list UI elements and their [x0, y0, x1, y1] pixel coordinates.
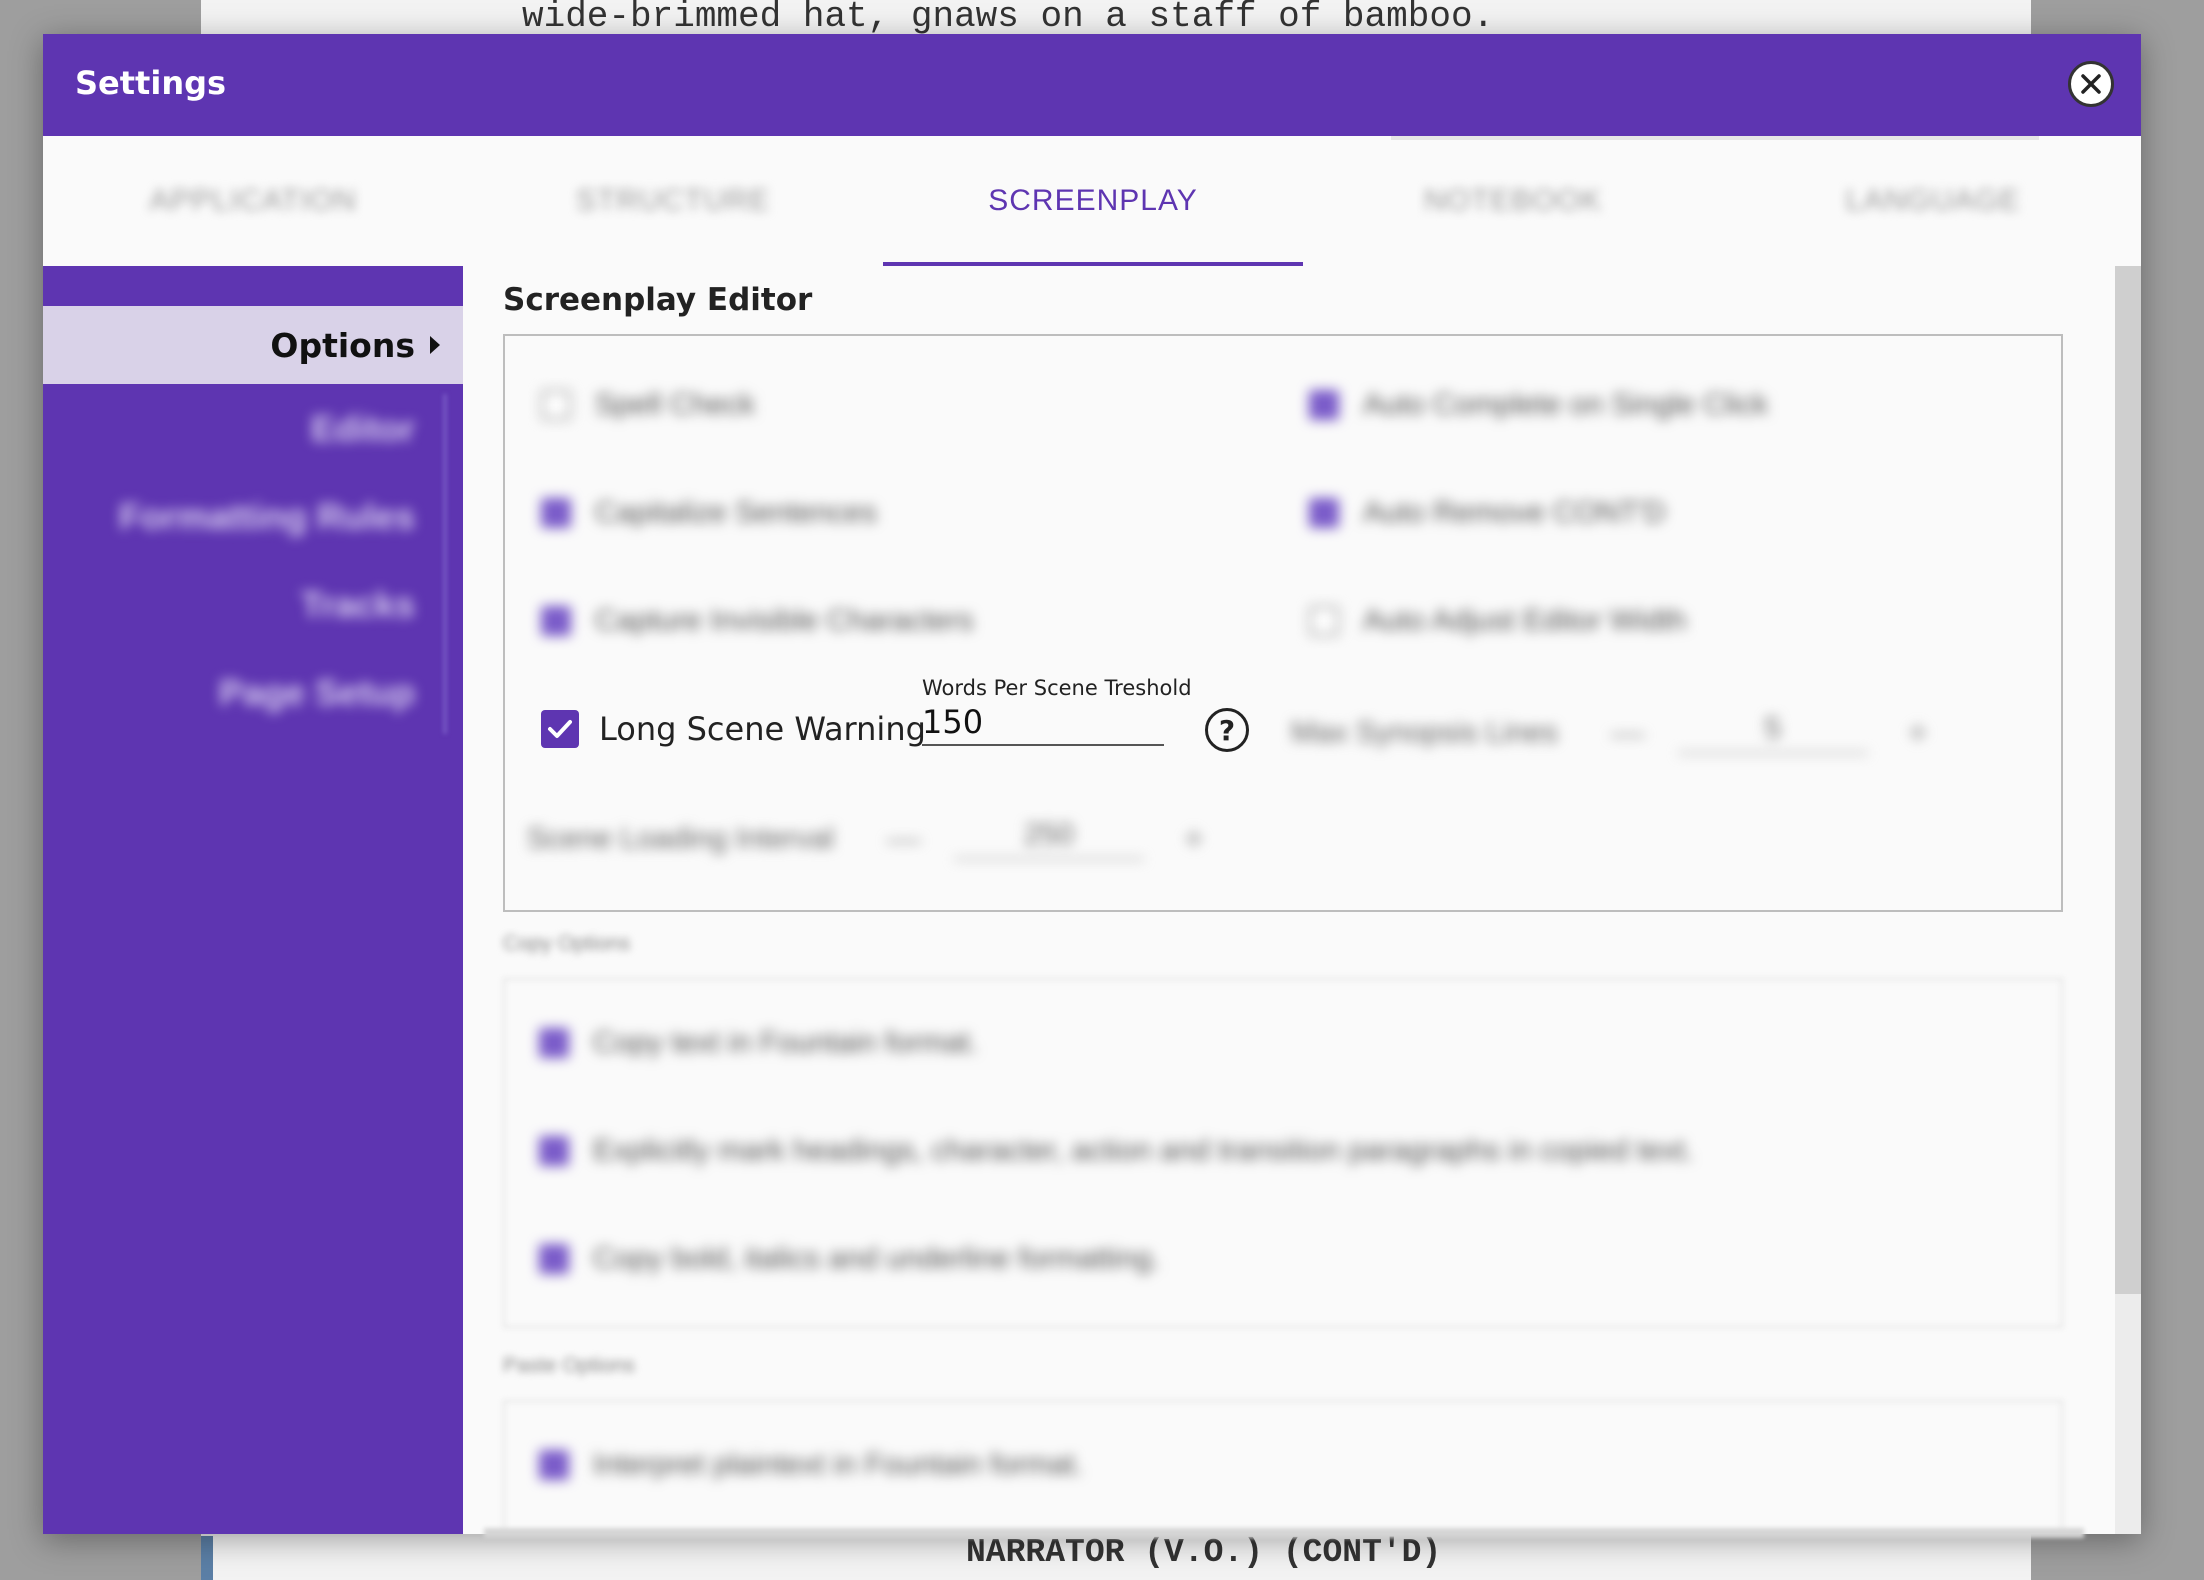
option-auto-adjust-width[interactable]: Auto Adjust Editor Width [1309, 604, 1687, 638]
screenplay-text-line: wide-brimmed hat, gnaws on a staff of ba… [522, 0, 1495, 37]
scene-loading-interval-spinner: Scene Loading Interval — 250 + [527, 818, 1214, 860]
tab-notebook[interactable]: NOTEBOOK [1303, 136, 1723, 266]
checkbox[interactable] [1309, 606, 1339, 636]
settings-dialog: Settings APPLICATION STRUCTURE SCREENPLA… [43, 34, 2141, 1534]
option-spell-check[interactable]: Spell Check [541, 388, 755, 422]
settings-content: Screenplay Editor Spell Check Auto Compl… [463, 266, 2141, 1534]
screenplay-character-line: NARRATOR (V.O.) (CONT'D) [966, 1534, 1442, 1571]
option-capture-invisible[interactable]: Capture Invisible Characters [541, 604, 974, 638]
dialog-titlebar: Settings [43, 34, 2141, 136]
option-mark-paragraphs[interactable]: Explicitly mark headings, character, act… [539, 1134, 1694, 1168]
section-title: Screenplay Editor [503, 282, 813, 318]
dialog-title: Settings [75, 64, 227, 102]
decrement-button[interactable]: — [884, 820, 924, 859]
increment-button[interactable]: + [1174, 820, 1214, 859]
checkbox-checked[interactable] [541, 710, 579, 748]
tab-screenplay[interactable]: SCREENPLAY [883, 136, 1303, 266]
sidebar-item-label: Options [270, 325, 415, 365]
content-bottom-edge [484, 1528, 2084, 1538]
long-scene-warning-label: Long Scene Warning [599, 710, 926, 748]
tab-divider [1391, 136, 2039, 140]
option-auto-complete[interactable]: Auto Complete on Single Click [1309, 388, 1768, 422]
screenplay-editor-group: Spell Check Auto Complete on Single Clic… [503, 334, 2063, 912]
settings-sidebar: Options Editor Formatting Rules Tracks P… [43, 266, 463, 1534]
sidebar-item-options[interactable]: Options [43, 306, 463, 384]
paste-options-title: Paste Options [503, 1354, 635, 1377]
tab-structure[interactable]: STRUCTURE [463, 136, 883, 266]
option-long-scene-warning[interactable]: Long Scene Warning [541, 710, 926, 748]
words-per-scene-input[interactable] [922, 700, 1164, 746]
caret-right-icon [430, 336, 440, 354]
sidebar-item-editor[interactable]: Editor [311, 408, 415, 450]
max-synopsis-lines-spinner: Max Synopsis Lines — 5 + [1291, 712, 1938, 754]
settings-tabs: APPLICATION STRUCTURE SCREENPLAY NOTEBOO… [43, 136, 2141, 266]
sidebar-item-formatting-rules[interactable]: Formatting Rules [119, 496, 415, 538]
option-interpret-fountain[interactable]: Interpret plaintext in Fountain format. [539, 1448, 1083, 1482]
checkbox[interactable] [539, 1244, 569, 1274]
tab-language[interactable]: LANGUAGE [1723, 136, 2143, 266]
option-capitalize-sentences[interactable]: Capitalize Sentences [541, 496, 877, 530]
sidebar-item-page-setup[interactable]: Page Setup [219, 672, 415, 714]
scrollbar-thumb[interactable] [2115, 266, 2141, 1294]
copy-options-title: Copy Options [503, 932, 631, 955]
max-synopsis-value[interactable]: 5 [1677, 712, 1868, 754]
checkbox[interactable] [539, 1028, 569, 1058]
checkbox[interactable] [541, 606, 571, 636]
close-icon [2081, 74, 2101, 94]
checkmark-icon [548, 720, 572, 738]
close-button[interactable] [2068, 61, 2114, 107]
checkbox[interactable] [1309, 390, 1339, 420]
checkbox[interactable] [539, 1136, 569, 1166]
scene-loading-value[interactable]: 250 [953, 818, 1144, 860]
checkbox[interactable] [1309, 498, 1339, 528]
checkbox[interactable] [541, 390, 571, 420]
increment-button[interactable]: + [1898, 714, 1938, 753]
words-per-scene-label: Words Per Scene Treshold [922, 676, 1192, 700]
page-edge-strip [201, 1536, 213, 1580]
option-auto-remove-contd[interactable]: Auto Remove CONT'D [1309, 496, 1665, 530]
checkbox[interactable] [541, 498, 571, 528]
sidebar-item-tracks[interactable]: Tracks [301, 584, 415, 626]
help-icon[interactable]: ? [1205, 708, 1249, 752]
option-copy-fountain[interactable]: Copy text in Fountain format. [539, 1026, 978, 1060]
sidebar-sub-divider [443, 394, 447, 734]
checkbox[interactable] [539, 1450, 569, 1480]
tab-application[interactable]: APPLICATION [43, 136, 463, 266]
option-copy-formatting[interactable]: Copy bold, italics and underline formatt… [539, 1242, 1160, 1276]
decrement-button[interactable]: — [1608, 714, 1648, 753]
